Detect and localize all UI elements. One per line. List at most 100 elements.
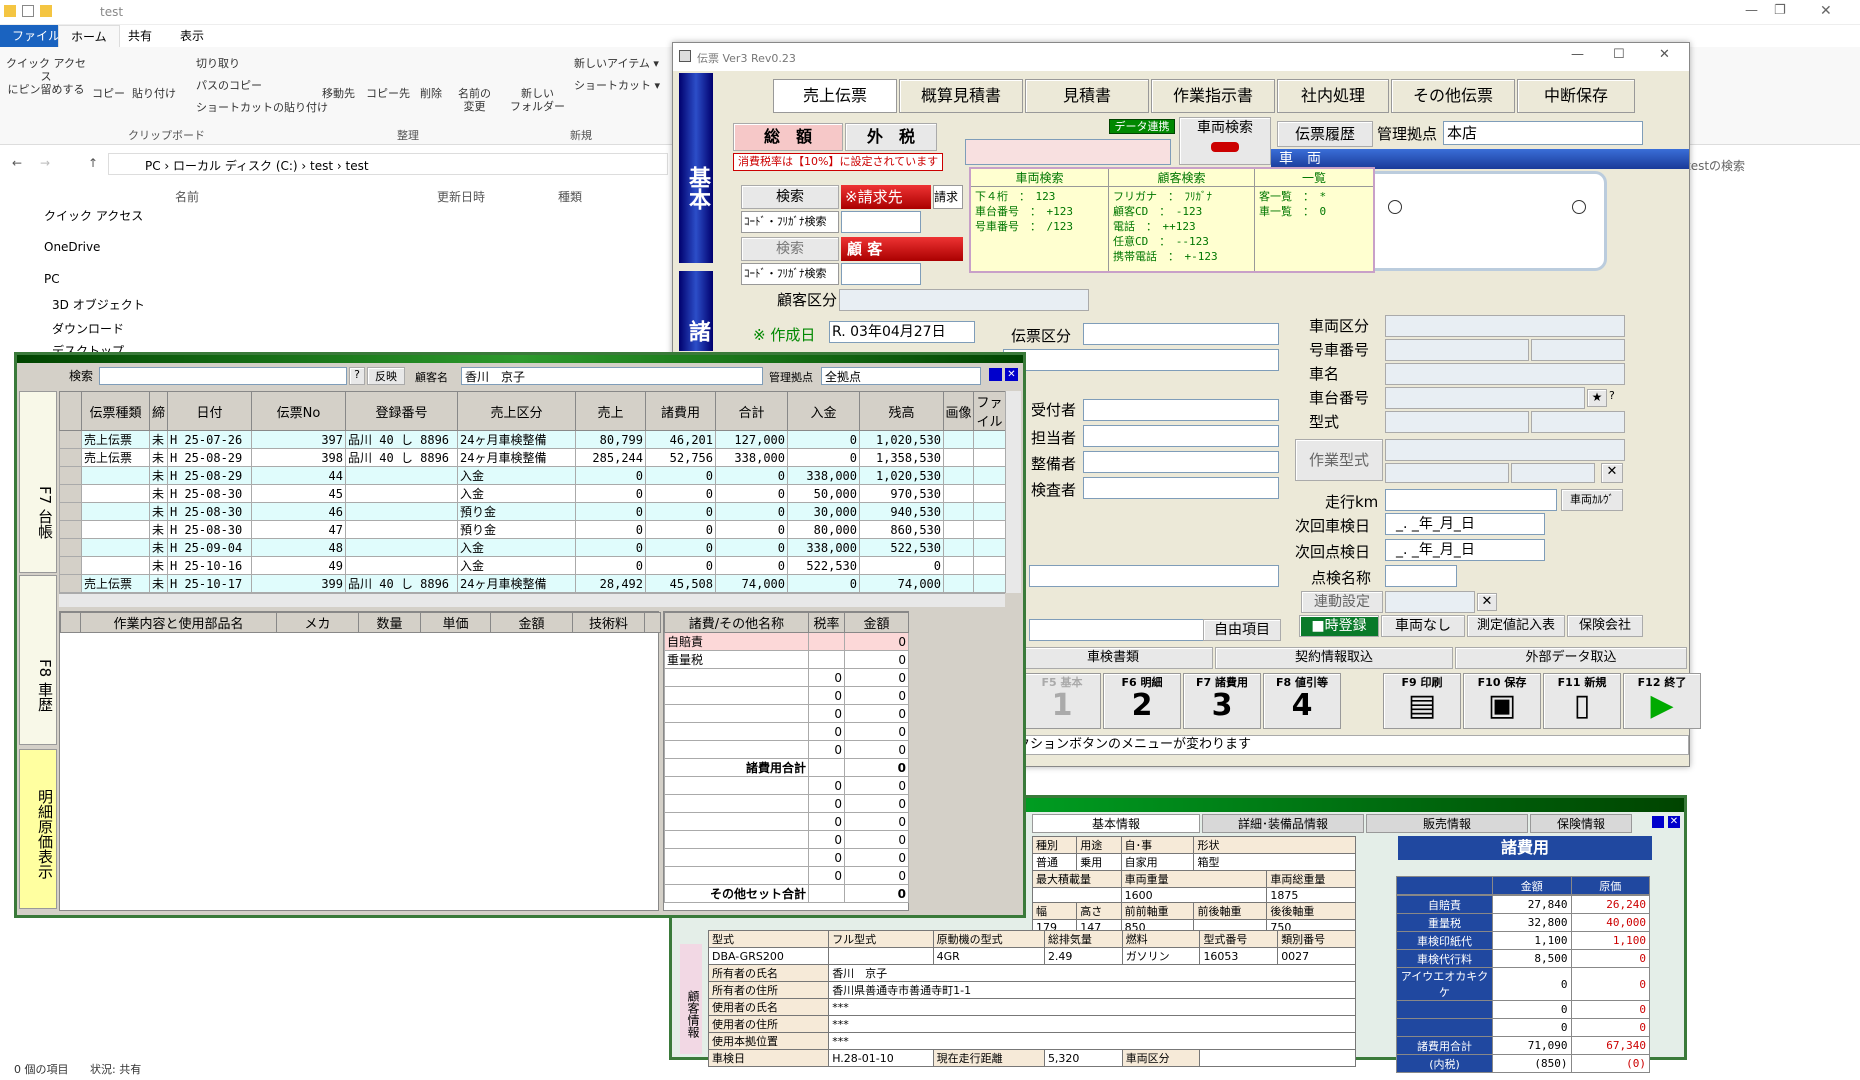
row-selector[interactable] bbox=[59, 466, 82, 485]
move-button[interactable]: 移動先 bbox=[322, 87, 355, 100]
row-selector[interactable] bbox=[59, 538, 82, 557]
cost-row[interactable]: 00 bbox=[664, 794, 909, 813]
linked-settings-field[interactable] bbox=[1385, 591, 1475, 613]
cost-row[interactable]: 00 bbox=[664, 866, 909, 885]
f8-discount-button[interactable]: F8 値引等 4 bbox=[1263, 673, 1341, 729]
ledger-col-header[interactable]: 入金 bbox=[787, 391, 860, 431]
cost-row[interactable]: 00 bbox=[664, 686, 909, 705]
maximize-icon[interactable]: ❐ bbox=[1774, 3, 1786, 18]
next-shaken-select[interactable]: _. _年_月_日 bbox=[1385, 513, 1545, 535]
cost-row[interactable]: 00 bbox=[664, 704, 909, 723]
close-icon[interactable]: ✕ bbox=[1668, 816, 1680, 828]
work-type-field-3[interactable] bbox=[1511, 463, 1595, 483]
tab-work-order[interactable]: 作業指示書 bbox=[1151, 79, 1275, 113]
paste-button[interactable]: 貼り付け bbox=[132, 87, 176, 100]
f12-exit-button[interactable]: F12 終了 ▶ bbox=[1623, 673, 1701, 729]
external-import-button[interactable]: 外部データ取込 bbox=[1455, 647, 1687, 669]
minimize-icon[interactable] bbox=[989, 368, 1002, 381]
nav-downloads[interactable]: ダウンロード bbox=[52, 320, 124, 337]
table-row[interactable]: 売上伝票未 H 25-07-26 397 品川 40 し 8896 24ヶ月車検整備 80… bbox=[59, 430, 1005, 449]
reflect-button[interactable]: 反映 bbox=[367, 367, 405, 385]
ledger-col-header[interactable]: 諸費用 bbox=[645, 391, 716, 431]
work-type-field[interactable] bbox=[1385, 439, 1625, 461]
cut-button[interactable]: 切り取り bbox=[196, 55, 240, 71]
side-tab-basic[interactable]: 基本 bbox=[679, 73, 713, 263]
tab-detail-info[interactable]: 詳細･装備品情報 bbox=[1202, 814, 1364, 833]
billing-code-input[interactable] bbox=[841, 211, 921, 233]
tab-sales-slip[interactable]: 売上伝票 bbox=[773, 79, 897, 113]
mileage-button[interactable]: 車両ｶﾙｳﾞ bbox=[1561, 489, 1623, 511]
model-field[interactable] bbox=[1385, 411, 1529, 433]
chassis-field[interactable] bbox=[1385, 387, 1585, 409]
row-selector[interactable] bbox=[59, 448, 82, 467]
slip-kind-select-2[interactable] bbox=[1003, 349, 1279, 371]
row-selector[interactable] bbox=[59, 556, 82, 575]
ledger-col-header[interactable]: 売上区分 bbox=[457, 391, 576, 431]
data-link-button[interactable]: データ連携 bbox=[1109, 119, 1175, 134]
cost-row[interactable]: 00 bbox=[664, 668, 909, 687]
cost-row[interactable]: 00 bbox=[664, 830, 909, 849]
f11-new-button[interactable]: F11 新規 ▯ bbox=[1543, 673, 1621, 729]
clear-icon[interactable]: ✕ bbox=[1601, 463, 1623, 483]
tenken-name-input[interactable] bbox=[1385, 565, 1457, 587]
cost-row[interactable]: 00 bbox=[664, 722, 909, 741]
total-button[interactable]: 総 額 bbox=[733, 123, 843, 151]
f7-costs-button[interactable]: F7 諸費用 3 bbox=[1183, 673, 1261, 729]
customer-code-input[interactable] bbox=[841, 263, 921, 285]
tab-rough-estimate[interactable]: 概算見積書 bbox=[899, 79, 1023, 113]
ledger-side-f8[interactable]: F8 車歴 bbox=[19, 575, 57, 745]
address-input[interactable]: PC › ローカル ディスク (C:) › test › test bbox=[108, 153, 668, 175]
mechanic-select[interactable] bbox=[1083, 451, 1279, 473]
contract-import-button[interactable]: 契約情報取込 bbox=[1215, 647, 1453, 669]
star-button[interactable]: ★ bbox=[1587, 389, 1607, 407]
table-row[interactable]: 未H 25-08-29 44 入金 0 0 0 338,000 1,020,530 bbox=[59, 466, 1005, 485]
minimize-icon[interactable]: — bbox=[1745, 3, 1758, 18]
time-register-button[interactable]: ■時登録 bbox=[1299, 615, 1379, 637]
customer-kind-field[interactable] bbox=[839, 289, 1089, 311]
ledger-scrollbar[interactable] bbox=[1005, 391, 1021, 593]
back-icon[interactable]: ← bbox=[12, 156, 22, 170]
forward-icon[interactable]: → bbox=[40, 156, 50, 170]
nav-3d[interactable]: 3D オブジェクト bbox=[52, 296, 145, 313]
table-row[interactable]: 未H 25-08-30 45 入金 0 0 0 50,000 970,530 bbox=[59, 484, 1005, 503]
ledger-col-header[interactable]: 伝票No bbox=[251, 391, 346, 431]
row-selector[interactable] bbox=[59, 484, 82, 503]
ledger-col-header[interactable]: ファイル bbox=[973, 391, 1005, 431]
no-vehicle-button[interactable]: 車両なし bbox=[1381, 615, 1465, 637]
ledger-col-header[interactable]: 日付 bbox=[167, 391, 252, 431]
f5-basic-button[interactable]: F5 基本 1 bbox=[1023, 673, 1101, 729]
ledger-col-header[interactable]: 登録番号 bbox=[345, 391, 458, 431]
nav-onedrive[interactable]: OneDrive bbox=[44, 240, 100, 254]
ledger-col-header[interactable]: 合計 bbox=[715, 391, 788, 431]
tab-sales-info[interactable]: 販売情報 bbox=[1366, 814, 1528, 833]
inspector-select[interactable] bbox=[1083, 477, 1279, 499]
properties-icon[interactable] bbox=[22, 5, 34, 17]
base-select[interactable]: 本店 bbox=[1443, 121, 1643, 145]
measurement-button[interactable]: 測定値記入表 bbox=[1467, 615, 1565, 637]
copy-path-button[interactable]: パスのコピー bbox=[196, 77, 262, 93]
insurance-button[interactable]: 保険会社 bbox=[1567, 615, 1643, 637]
search-billing-button[interactable]: 検索 bbox=[741, 185, 839, 209]
side-tab-misc[interactable]: 諸 bbox=[679, 271, 713, 351]
help-icon[interactable]: ? bbox=[1609, 389, 1615, 402]
cost-row[interactable]: 00 bbox=[664, 740, 909, 759]
table-row[interactable]: 未H 25-08-30 46 預り金 0 0 0 30,000 940,530 bbox=[59, 502, 1005, 521]
tab-estimate[interactable]: 見積書 bbox=[1025, 79, 1149, 113]
f10-save-button[interactable]: F10 保存 ▣ bbox=[1463, 673, 1541, 729]
car-name-field[interactable] bbox=[1385, 363, 1625, 385]
tab-internal[interactable]: 社内処理 bbox=[1277, 79, 1389, 113]
table-row[interactable]: 未H 25-09-04 48 入金 0 0 0 338,000 522,530 bbox=[59, 538, 1005, 557]
close-icon[interactable]: ✕ bbox=[1659, 47, 1670, 62]
cost-row[interactable]: 00 bbox=[664, 812, 909, 831]
mileage-input[interactable] bbox=[1385, 489, 1557, 511]
rename-button[interactable]: 名前の 変更 bbox=[458, 87, 491, 113]
new-folder-icon[interactable] bbox=[40, 5, 52, 17]
minimize-icon[interactable]: — bbox=[1571, 47, 1584, 62]
copy-button[interactable]: コピー bbox=[92, 87, 125, 100]
f6-detail-button[interactable]: F6 明細 2 bbox=[1103, 673, 1181, 729]
tab-suspend-save[interactable]: 中断保存 bbox=[1517, 79, 1635, 113]
vehicle-search-input[interactable] bbox=[965, 139, 1171, 165]
f9-print-button[interactable]: F9 印刷 ▤ bbox=[1383, 673, 1461, 729]
row-selector[interactable] bbox=[59, 502, 82, 521]
tab-share[interactable]: 共有 bbox=[116, 25, 164, 47]
